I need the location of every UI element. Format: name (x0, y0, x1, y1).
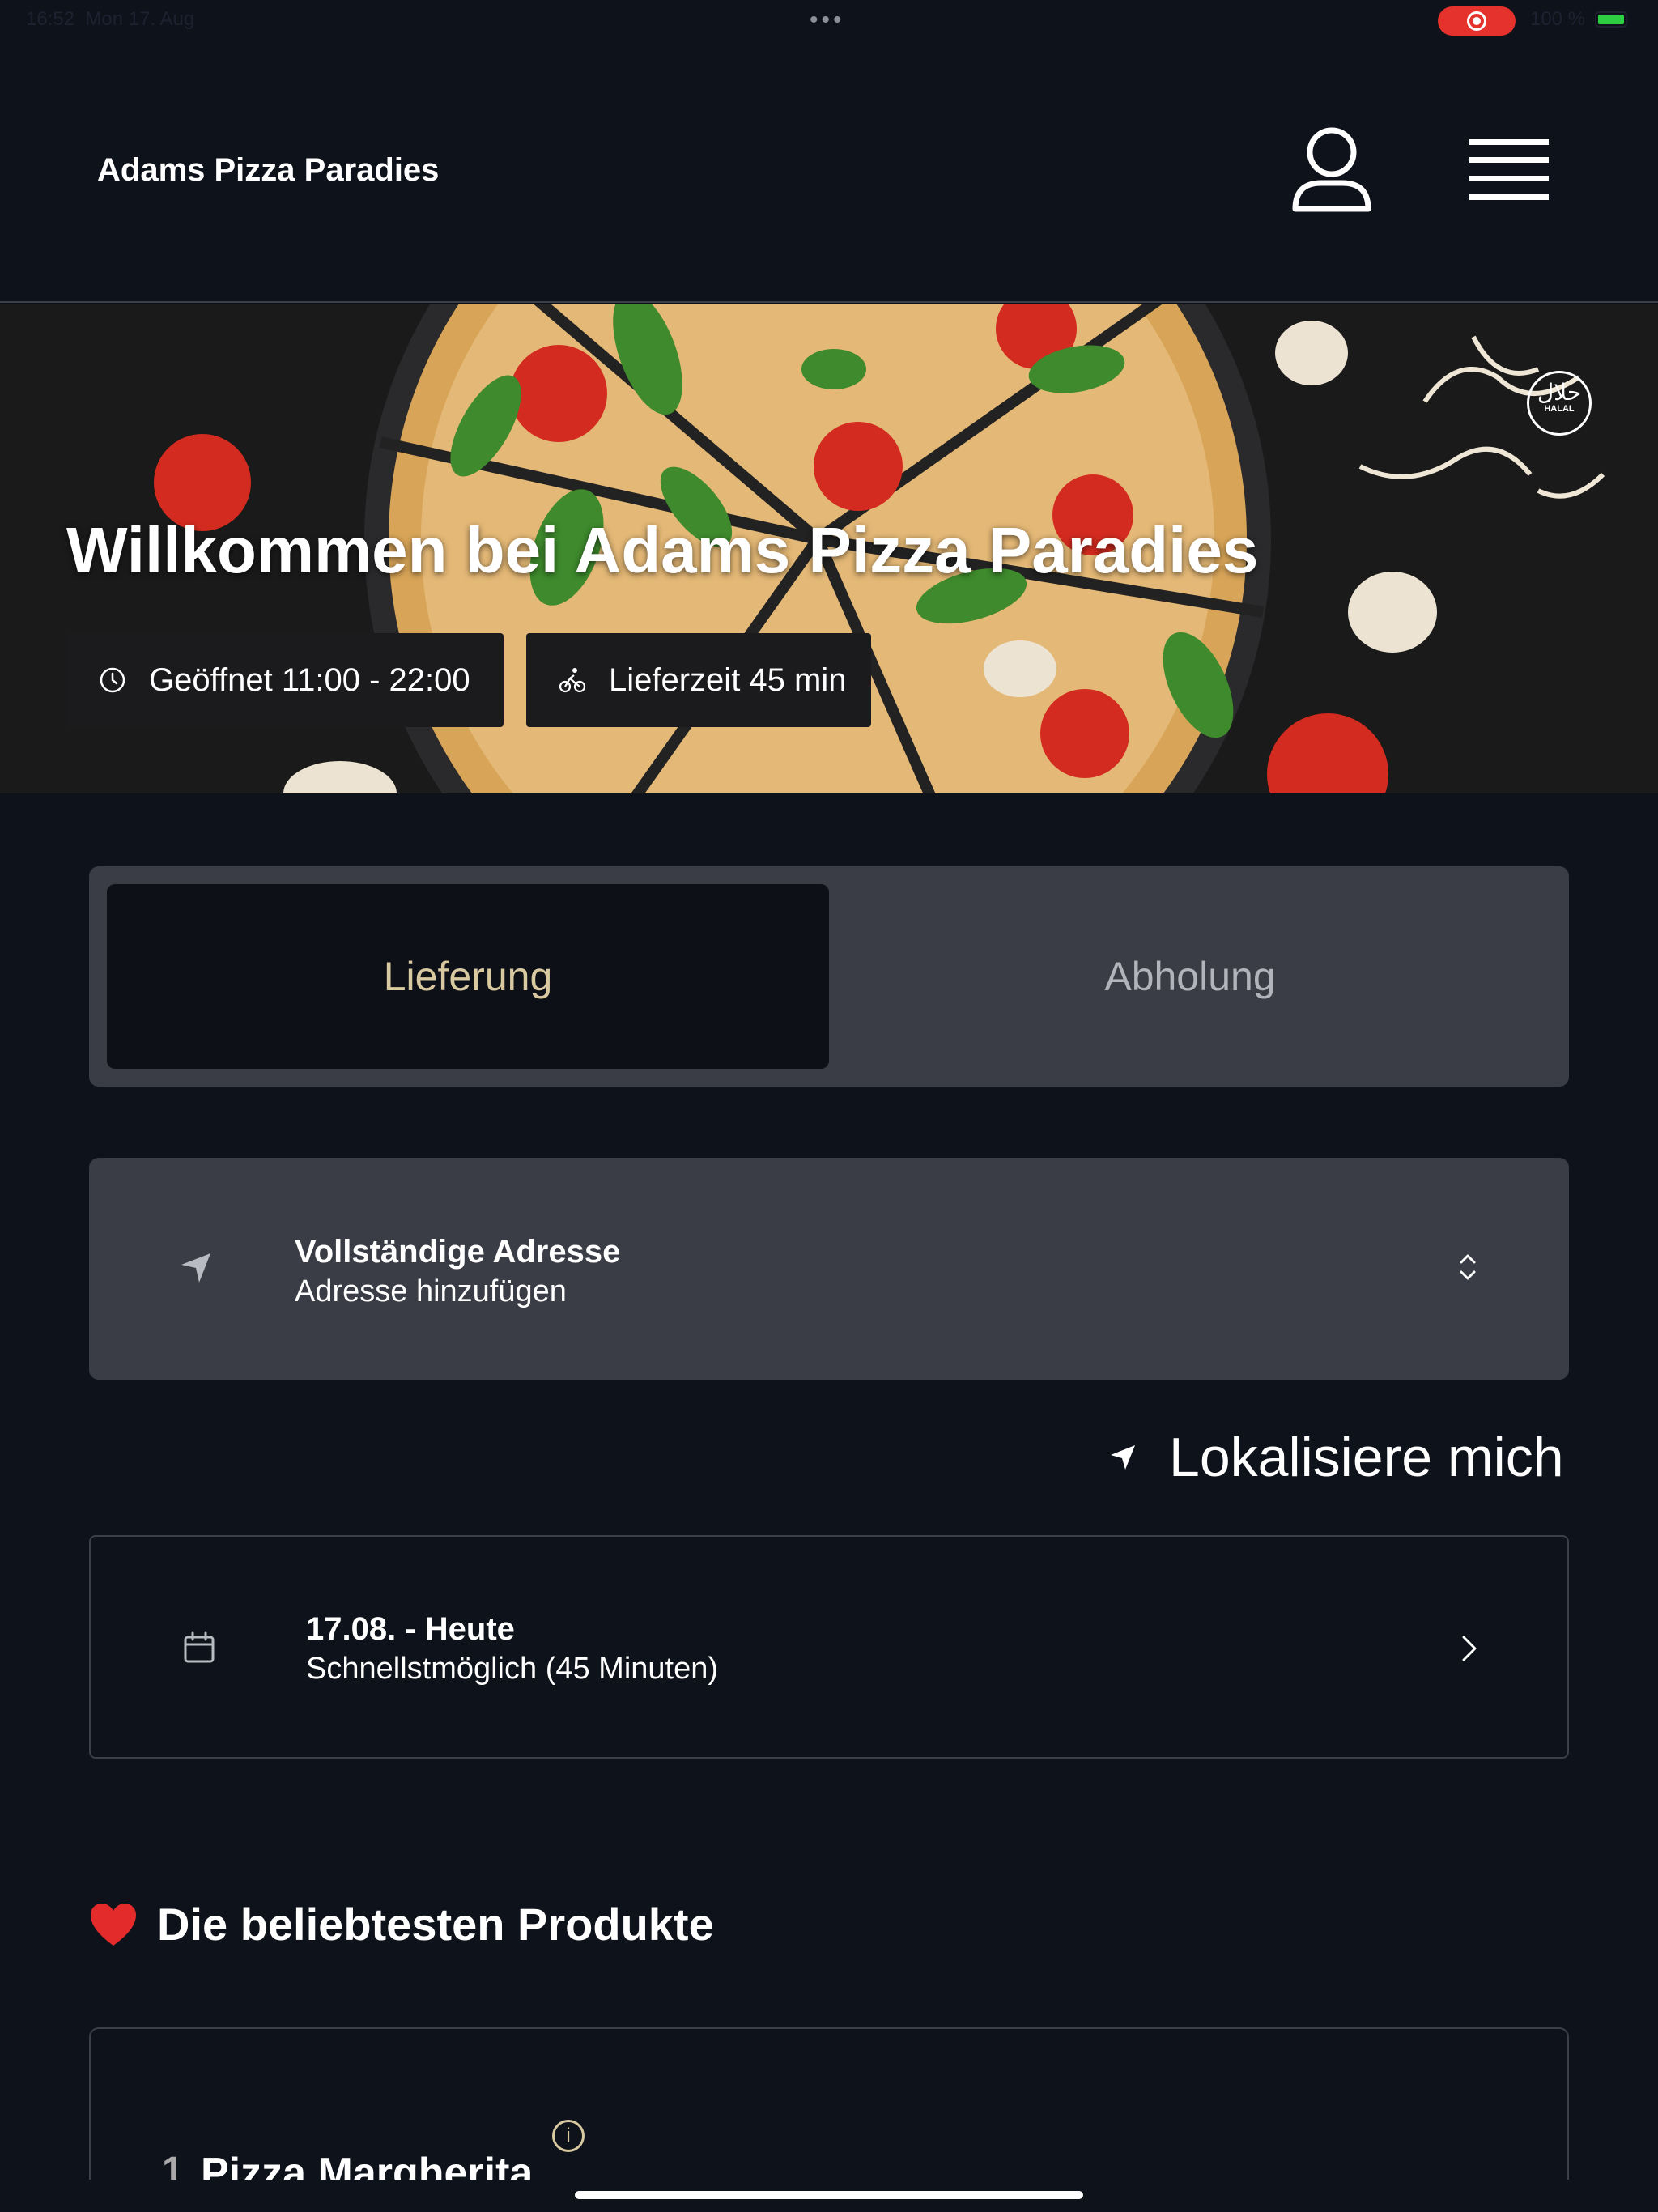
restaurant-name[interactable]: Adams Pizza Paradies (97, 152, 439, 189)
battery-percent: 100 % (1530, 8, 1586, 30)
schedule-date: 17.08. - Heute (306, 1611, 515, 1647)
delivery-time-badge: Lieferzeit 45 min (526, 633, 871, 727)
menu-button[interactable] (1461, 130, 1557, 211)
chevron-right-icon (1462, 1636, 1477, 1661)
address-placeholder: Adresse hinzufügen (295, 1274, 567, 1308)
hamburger-menu-icon (1469, 139, 1549, 200)
heart-icon (91, 1903, 136, 1946)
home-indicator[interactable] (575, 2191, 1083, 2199)
calendar-icon (184, 1631, 215, 1663)
halal-badge: حلال HALAL (1527, 371, 1592, 436)
locate-me-label: Lokalisiere mich (1169, 1427, 1564, 1488)
locate-me-button[interactable]: Lokalisiere mich (1109, 1425, 1564, 1490)
user-account-button[interactable] (1287, 121, 1376, 219)
status-time: 16:52 Mon 17. Aug (26, 8, 195, 30)
welcome-title: Willkommen bei Adams Pizza Paradies (66, 514, 1259, 586)
bicycle-icon (559, 668, 586, 693)
delivery-time-selector[interactable]: 17.08. - Heute Schnellstmöglich (45 Minu… (89, 1535, 1569, 1759)
screen-recording-indicator[interactable] (1438, 6, 1516, 36)
user-icon (1292, 127, 1371, 212)
tab-lieferung[interactable]: Lieferung (107, 884, 829, 1069)
address-selector[interactable]: Vollständige Adresse Adresse hinzufügen (89, 1158, 1569, 1380)
record-icon (1467, 11, 1486, 31)
popular-products-heading: Die beliebtesten Produkte (89, 1898, 714, 1950)
schedule-time: Schnellstmöglich (45 Minuten) (306, 1652, 719, 1686)
chevron-up-down-icon (1460, 1254, 1476, 1280)
address-title: Vollständige Adresse (295, 1234, 621, 1270)
status-bar: 16:52 Mon 17. Aug ••• 100 % (0, 0, 1658, 40)
order-mode-toggle: Lieferung Abholung (89, 866, 1569, 1087)
multitasking-dots-icon[interactable]: ••• (810, 6, 845, 34)
opening-hours-badge: Geöffnet 11:00 - 22:00 (66, 633, 504, 727)
location-arrow-icon (181, 1253, 210, 1283)
clock-icon (100, 667, 125, 693)
tab-abholung[interactable]: Abholung (829, 884, 1551, 1069)
app-header: Adams Pizza Paradies (0, 40, 1658, 303)
battery-icon (1595, 11, 1627, 28)
info-icon[interactable]: i (552, 2120, 585, 2152)
location-arrow-icon (1111, 1445, 1135, 1470)
hero-banner: حلال HALAL Willkommen bei Adams Pizza Pa… (0, 304, 1658, 793)
